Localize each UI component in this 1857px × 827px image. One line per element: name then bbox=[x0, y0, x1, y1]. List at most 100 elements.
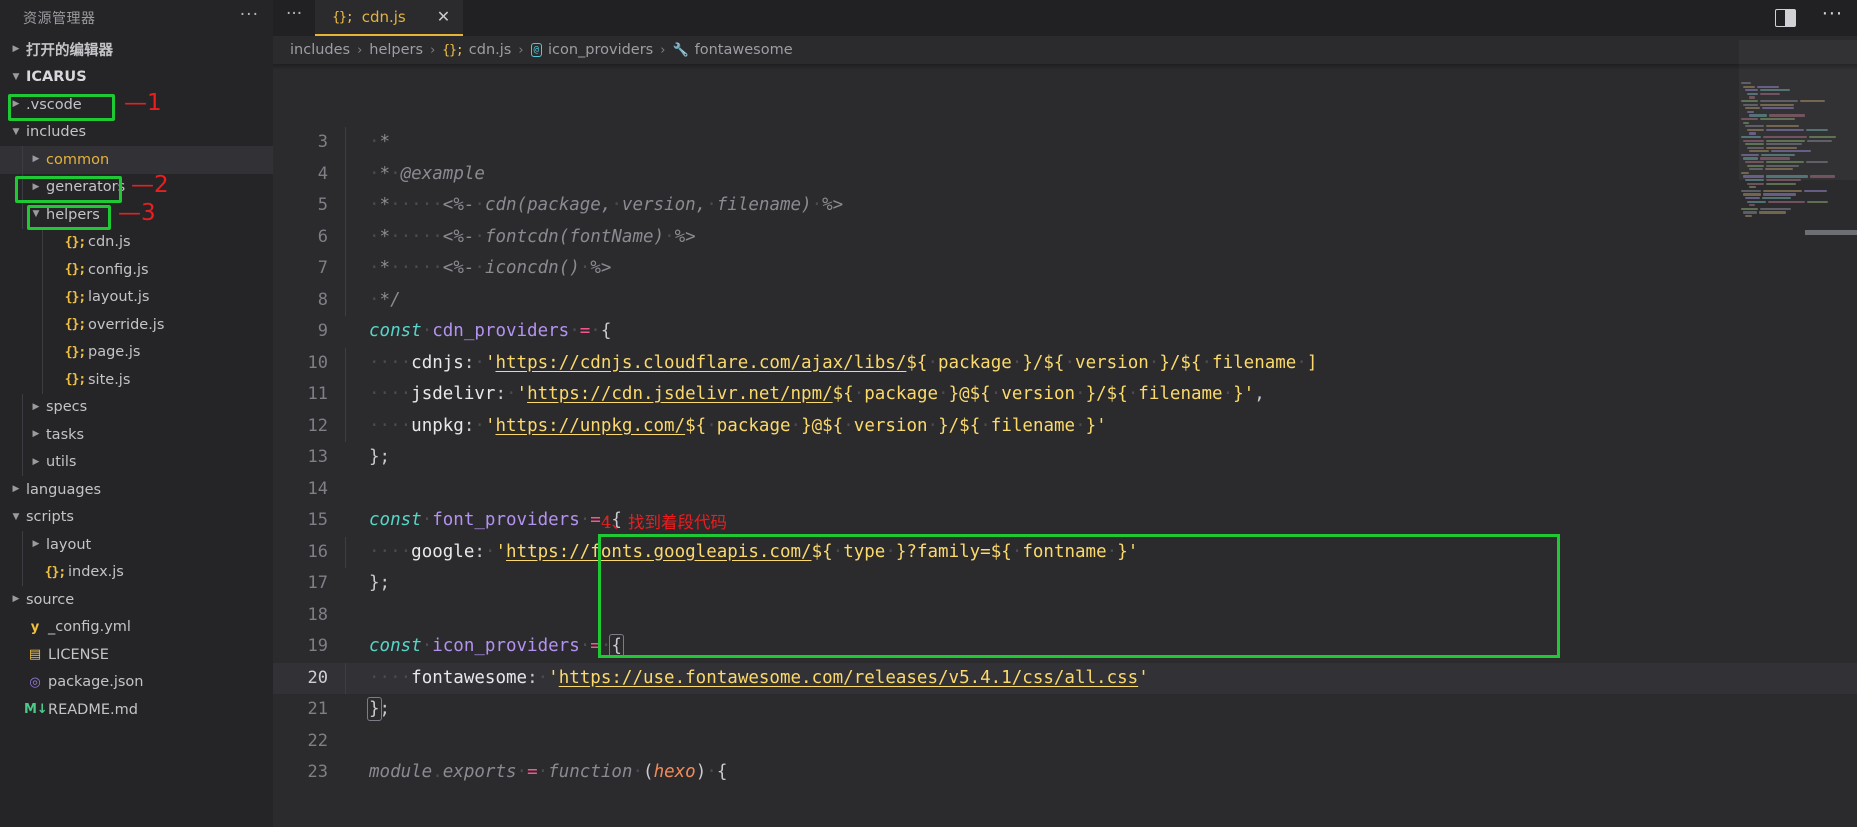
code-line-content: ····google:·'https://fonts.googleapis.co… bbox=[345, 536, 1857, 568]
code-line[interactable]: 18 bbox=[273, 600, 1857, 632]
explorer-item-override-js[interactable]: {}; override.js bbox=[0, 311, 273, 339]
code-line[interactable]: 11 ····jsdelivr:·'https://cdn.jsdelivr.ne… bbox=[273, 379, 1857, 411]
code-token: version bbox=[853, 415, 928, 436]
breadcrumb-item-icon_providers[interactable]: @ icon_providers bbox=[530, 42, 653, 58]
explorer-item-index-js[interactable]: {}; index.js bbox=[0, 558, 273, 586]
code-token: · bbox=[421, 321, 433, 341]
code-token: ; bbox=[379, 699, 391, 719]
more-actions-icon[interactable]: ··· bbox=[1822, 5, 1843, 26]
code-line-content: ·* bbox=[345, 127, 1857, 159]
indent-guide bbox=[42, 311, 43, 339]
explorer-item-cdn-js[interactable]: {}; cdn.js bbox=[0, 228, 273, 256]
chevron-down-icon: ▼ bbox=[12, 126, 20, 137]
code-line[interactable]: 23 module.exports·=·function·(hexo)·{ bbox=[273, 757, 1857, 789]
split-editor-icon[interactable] bbox=[1774, 9, 1796, 27]
code-token: }@${ bbox=[801, 415, 844, 436]
code-token: version, bbox=[621, 195, 707, 215]
code-line[interactable]: 8 ·*/ bbox=[273, 284, 1857, 316]
indent-guide bbox=[22, 558, 23, 586]
code-token: · bbox=[579, 636, 591, 656]
code-line[interactable]: 20 ····fontawesome:·'https://use.fontawes… bbox=[273, 662, 1857, 694]
code-line[interactable]: 12 ····unpkg:·'https://unpkg.com/${·packa… bbox=[273, 410, 1857, 442]
explorer-item-label: layout.js bbox=[88, 289, 150, 306]
code-line-content: const·icon_providers·=·{ bbox=[345, 631, 1857, 663]
explorer-item-scripts[interactable]: ▼ scripts bbox=[0, 504, 273, 532]
json-file-icon: ◎ bbox=[29, 674, 41, 690]
code-line[interactable]: 15 const·font_providers·=·{ bbox=[273, 505, 1857, 537]
explorer-item-utils[interactable]: ▶ utils bbox=[0, 448, 273, 476]
code-token: ' bbox=[548, 667, 559, 688]
line-number: 19 bbox=[307, 636, 328, 656]
code-line[interactable]: 13}; bbox=[273, 442, 1857, 474]
code-line[interactable]: 21}; bbox=[273, 694, 1857, 726]
code-token: · bbox=[1011, 541, 1023, 562]
explorer-item-specs[interactable]: ▶ specs bbox=[0, 393, 273, 421]
code-token: version bbox=[1001, 384, 1076, 404]
tab-cdn-js[interactable]: {}; cdn.js ✕ bbox=[315, 0, 464, 36]
code-token: }; bbox=[369, 573, 391, 593]
code-token: · bbox=[506, 384, 517, 404]
code-editor[interactable]: 3 ·* 4 ·*·@example 5 ·*·····<%-·cdn(package,·… bbox=[273, 64, 1857, 827]
explorer-title: 资源管理器 bbox=[23, 11, 96, 27]
code-line[interactable]: 3 ·* bbox=[273, 127, 1857, 159]
explorer-more-icon[interactable]: ··· bbox=[240, 7, 259, 26]
explorer-item-page-js[interactable]: {}; page.js bbox=[0, 338, 273, 366]
close-icon[interactable]: ✕ bbox=[437, 9, 450, 25]
code-token: , bbox=[1254, 384, 1265, 404]
indent-guide bbox=[22, 421, 23, 449]
indent-guide bbox=[345, 347, 346, 379]
code-token: ···· bbox=[369, 384, 412, 404]
explorer-item--vscode[interactable]: ▶ .vscode bbox=[0, 91, 273, 119]
breadcrumb-item-helpers[interactable]: helpers bbox=[369, 42, 423, 58]
code-line[interactable]: 16 ····google:·'https://fonts.googleapis.… bbox=[273, 536, 1857, 568]
explorer-item-_config-yml[interactable]: y _config.yml bbox=[0, 614, 273, 642]
code-token: ) bbox=[695, 762, 707, 782]
code-token: · bbox=[369, 163, 380, 184]
explorer-item-source[interactable]: ▶ source bbox=[0, 586, 273, 614]
code-token: · bbox=[369, 226, 380, 247]
explorer-section-icarus[interactable]: ▼ ICARUS bbox=[0, 64, 273, 92]
code-token: · bbox=[1064, 352, 1076, 373]
explorer-item-label: package.json bbox=[48, 674, 144, 691]
explorer-section-open-editors[interactable]: ▶ 打开的编辑器 bbox=[0, 36, 273, 64]
code-line[interactable]: 6 ·*·····<%-·fontcdn(fontName)·%> bbox=[273, 221, 1857, 253]
breadcrumb-item-includes[interactable]: includes bbox=[290, 42, 350, 58]
line-number: 11 bbox=[307, 384, 328, 404]
explorer-item-readme-md[interactable]: M↓ README.md bbox=[0, 696, 273, 724]
explorer-item-languages[interactable]: ▶ languages bbox=[0, 476, 273, 504]
code-line[interactable]: 10 ····cdnjs:·'https://cdnjs.cloudflare.c… bbox=[273, 347, 1857, 379]
breadcrumb-separator: › bbox=[430, 42, 436, 58]
line-number: 12 bbox=[307, 415, 328, 436]
code-line[interactable]: 9 const·cdn_providers·=·{ bbox=[273, 316, 1857, 348]
code-token: google bbox=[411, 541, 475, 562]
explorer-item-license[interactable]: ▤ LICENSE bbox=[0, 641, 273, 669]
explorer-item-includes[interactable]: ▼ includes bbox=[0, 119, 273, 147]
code-line-content: module.exports·=·function·(hexo)·{ bbox=[345, 757, 1857, 789]
explorer-item-package-json[interactable]: ◎ package.json bbox=[0, 669, 273, 697]
explorer-item-tasks[interactable]: ▶ tasks bbox=[0, 421, 273, 449]
code-line-content: ·*/ bbox=[345, 284, 1857, 316]
code-line-content: ·*·····<%-·cdn(package,·version,·filenam… bbox=[345, 190, 1857, 222]
explorer-item-layout[interactable]: ▶ layout bbox=[0, 531, 273, 559]
breadcrumb-item-cdn-js[interactable]: {}; cdn.js bbox=[442, 42, 511, 58]
code-line[interactable]: 7 ·*·····<%-·iconcdn()·%> bbox=[273, 253, 1857, 285]
explorer-item-helpers[interactable]: ▼ helpers bbox=[0, 201, 273, 229]
code-line[interactable]: 4 ·*·@example bbox=[273, 158, 1857, 190]
explorer-item-common[interactable]: ▶ common bbox=[0, 146, 273, 174]
breadcrumb-item-fontawesome[interactable]: 🔧 fontawesome bbox=[672, 42, 792, 58]
code-line[interactable]: 22 bbox=[273, 726, 1857, 758]
code-line[interactable]: 19 const·icon_providers·=·{ bbox=[273, 631, 1857, 663]
js-file-icon: {}; bbox=[64, 317, 86, 333]
breadcrumb: includes › helpers › {}; cdn.js › @ icon_provide… bbox=[273, 36, 1857, 64]
code-line[interactable]: 17}; bbox=[273, 568, 1857, 600]
code-line[interactable]: 5 ·*·····<%-·cdn(package,·version,·filena… bbox=[273, 190, 1857, 222]
explorer-item-layout-js[interactable]: {}; layout.js bbox=[0, 283, 273, 311]
code-line[interactable]: 14 bbox=[273, 474, 1857, 506]
chevron-down-icon: ▼ bbox=[32, 209, 40, 220]
tab-overflow-icon[interactable]: ··· bbox=[273, 0, 315, 36]
breadcrumb-separator: › bbox=[357, 42, 363, 58]
explorer-item-generators[interactable]: ▶ generators bbox=[0, 173, 273, 201]
explorer-item-config-js[interactable]: {}; config.js bbox=[0, 256, 273, 284]
explorer-item-site-js[interactable]: {}; site.js bbox=[0, 366, 273, 394]
code-token: · bbox=[885, 541, 896, 562]
